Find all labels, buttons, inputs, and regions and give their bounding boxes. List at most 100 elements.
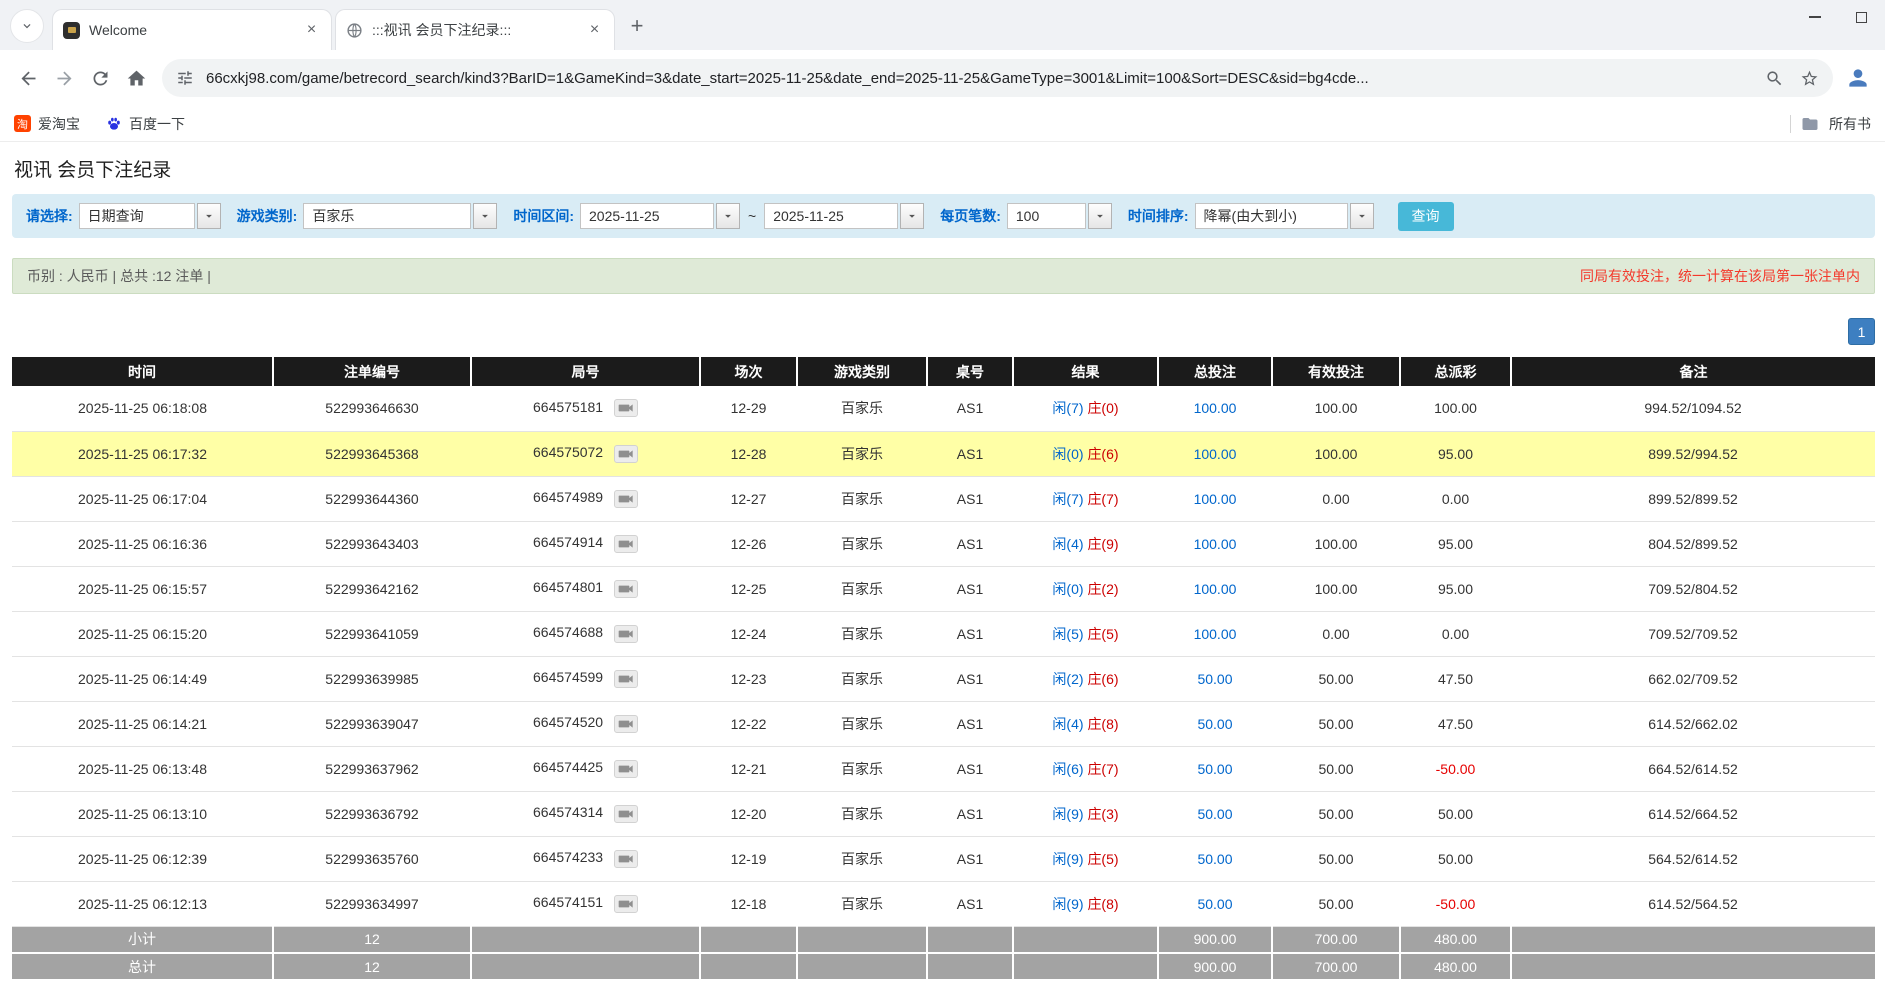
tab-betrecord-active[interactable]: :::视讯 会员下注纪录::: ×	[335, 9, 615, 50]
info-notice: 同局有效投注，统一计算在该局第一张注单内	[1580, 266, 1860, 286]
new-tab-button[interactable]: +	[622, 11, 652, 41]
search-button[interactable]: 查询	[1398, 202, 1454, 231]
cell-total-bet: 100.00	[1158, 521, 1272, 566]
subtotal-total-bet: 900.00	[1158, 926, 1272, 953]
minimize-button[interactable]	[1791, 0, 1838, 34]
chevron-down-icon[interactable]	[716, 203, 740, 229]
site-info-icon[interactable]	[176, 69, 194, 87]
zoom-icon[interactable]	[1765, 69, 1784, 88]
cell-time: 2025-11-25 06:13:10	[12, 791, 273, 836]
total-bet-link[interactable]: 100.00	[1194, 626, 1237, 642]
cell-session: 12-29	[700, 386, 797, 431]
cell-table: AS1	[927, 791, 1013, 836]
result-player: 闲(9)	[1052, 896, 1083, 912]
address-bar[interactable]: 66cxkj98.com/game/betrecord_search/kind3…	[162, 59, 1833, 97]
video-replay-icon[interactable]	[614, 805, 638, 823]
column-header: 总投注	[1158, 357, 1272, 386]
game-type-select[interactable]: 百家乐	[303, 203, 497, 229]
bookmark-label: 爱淘宝	[38, 114, 80, 134]
date-start-select[interactable]: 2025-11-25	[580, 203, 740, 229]
cell-result: 闲(5) 庄(5)	[1013, 611, 1158, 656]
bookmarks-bar: 淘 爱淘宝 百度一下 所有书	[0, 106, 1885, 142]
total-bet-link[interactable]: 50.00	[1197, 896, 1232, 912]
video-replay-icon[interactable]	[614, 895, 638, 913]
video-replay-icon[interactable]	[614, 625, 638, 643]
total-bet-link[interactable]: 50.00	[1197, 851, 1232, 867]
video-replay-icon[interactable]	[614, 670, 638, 688]
total-bet-link[interactable]: 100.00	[1194, 400, 1237, 416]
column-header: 桌号	[927, 357, 1013, 386]
total-bet-link[interactable]: 50.00	[1197, 716, 1232, 732]
cell-time: 2025-11-25 06:12:13	[12, 881, 273, 926]
video-replay-icon[interactable]	[614, 445, 638, 463]
video-replay-icon[interactable]	[614, 490, 638, 508]
chevron-down-icon[interactable]	[1350, 203, 1374, 229]
tab-close-icon[interactable]: ×	[585, 21, 604, 40]
sort-select[interactable]: 降幂(由大到小)	[1195, 203, 1374, 229]
cell-game: 百家乐	[797, 701, 927, 746]
video-replay-icon[interactable]	[614, 580, 638, 598]
tab-close-icon[interactable]: ×	[302, 21, 321, 40]
per-page-select[interactable]: 100	[1007, 203, 1112, 229]
cell-note: 664.52/614.52	[1511, 746, 1875, 791]
cell-time: 2025-11-25 06:12:39	[12, 836, 273, 881]
cell-note: 614.52/662.02	[1511, 701, 1875, 746]
tab-search-button[interactable]	[10, 9, 44, 43]
profile-button[interactable]	[1841, 61, 1875, 95]
bookmark-baidu[interactable]: 百度一下	[106, 114, 185, 134]
maximize-button[interactable]	[1838, 0, 1885, 34]
total-bet-link[interactable]: 100.00	[1194, 446, 1237, 462]
all-bookmarks-label[interactable]: 所有书	[1829, 114, 1871, 134]
cell-note: 662.02/709.52	[1511, 656, 1875, 701]
forward-button[interactable]	[46, 60, 82, 96]
total-bet-link[interactable]: 50.00	[1197, 761, 1232, 777]
total-bet-link[interactable]: 50.00	[1197, 806, 1232, 822]
empty-cell	[700, 926, 797, 953]
total-bet-link[interactable]: 100.00	[1194, 536, 1237, 552]
video-replay-icon[interactable]	[614, 399, 638, 417]
date-tilde: ~	[748, 208, 756, 224]
folder-icon	[1801, 115, 1819, 133]
video-replay-icon[interactable]	[614, 850, 638, 868]
home-icon	[126, 68, 147, 89]
chevron-down-icon[interactable]	[900, 203, 924, 229]
round-number: 664575181	[533, 399, 603, 415]
cell-session: 12-26	[700, 521, 797, 566]
reload-button[interactable]	[82, 60, 118, 96]
total-bet-link[interactable]: 100.00	[1194, 491, 1237, 507]
cell-time: 2025-11-25 06:15:57	[12, 566, 273, 611]
date-mode-select[interactable]: 日期查询	[79, 203, 221, 229]
video-replay-icon[interactable]	[614, 715, 638, 733]
subtotal-payout: 480.00	[1400, 926, 1511, 953]
round-number: 664574314	[533, 804, 603, 820]
chevron-down-icon[interactable]	[1088, 203, 1112, 229]
total-bet-link[interactable]: 50.00	[1197, 671, 1232, 687]
empty-cell	[471, 926, 700, 953]
filter-sort: 时间排序: 降幂(由大到小)	[1128, 203, 1374, 229]
cell-result: 闲(7) 庄(7)	[1013, 476, 1158, 521]
result-player: 闲(4)	[1052, 536, 1083, 552]
chevron-down-icon[interactable]	[197, 203, 221, 229]
page-button-1[interactable]: 1	[1848, 318, 1875, 345]
round-number: 664574520	[533, 714, 603, 730]
tab-welcome[interactable]: Welcome ×	[52, 9, 332, 50]
total-bet-link[interactable]: 100.00	[1194, 581, 1237, 597]
column-header: 游戏类别	[797, 357, 927, 386]
chevron-down-icon[interactable]	[473, 203, 497, 229]
video-replay-icon[interactable]	[614, 535, 638, 553]
bookmark-star-icon[interactable]	[1800, 69, 1819, 88]
date-end-select[interactable]: 2025-11-25	[764, 203, 924, 229]
video-replay-icon[interactable]	[614, 760, 638, 778]
url-text[interactable]: 66cxkj98.com/game/betrecord_search/kind3…	[206, 70, 1753, 87]
empty-cell	[797, 926, 927, 953]
combo-value: 2025-11-25	[580, 203, 714, 229]
back-button[interactable]	[10, 60, 46, 96]
cell-total-bet: 50.00	[1158, 791, 1272, 836]
table-row: 2025-11-25 06:13:48522993637962664574425…	[12, 746, 1875, 791]
empty-cell	[700, 953, 797, 980]
result-banker: 庄(7)	[1087, 761, 1118, 777]
home-button[interactable]	[118, 60, 154, 96]
cell-table: AS1	[927, 566, 1013, 611]
bookmark-taobao[interactable]: 淘 爱淘宝	[14, 114, 80, 134]
cell-note: 709.52/804.52	[1511, 566, 1875, 611]
